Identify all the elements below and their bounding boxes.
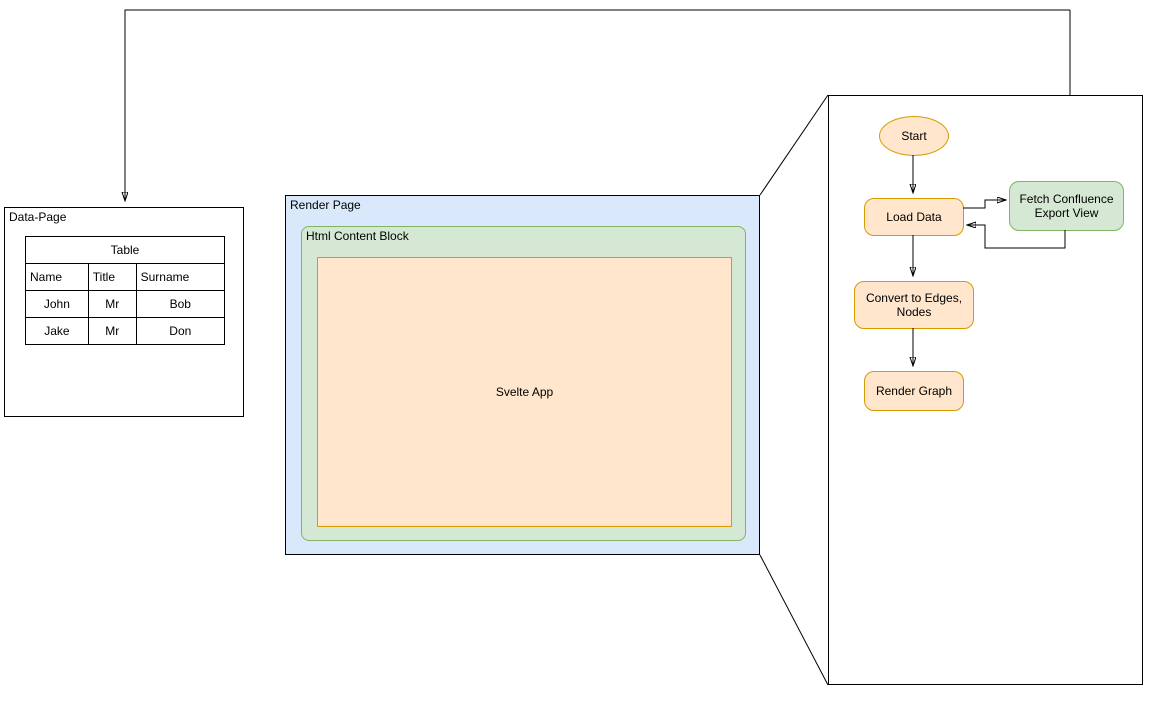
cell: John xyxy=(26,291,89,318)
col-surname: Surname xyxy=(136,264,224,291)
cell: Jake xyxy=(26,318,89,345)
cell: Bob xyxy=(136,291,224,318)
flow-start: Start xyxy=(879,116,949,156)
render-page-container: Render Page Html Content Block Svelte Ap… xyxy=(285,195,760,555)
table-title: Table xyxy=(26,237,225,264)
data-page-label: Data-Page xyxy=(9,210,66,224)
flow-fetch: Fetch Confluence Export View xyxy=(1009,181,1124,231)
flow-convert-label: Convert to Edges, Nodes xyxy=(859,291,969,319)
table-row: Jake Mr Don xyxy=(26,318,225,345)
flow-load-data-label: Load Data xyxy=(886,210,941,224)
svelte-app-label: Svelte App xyxy=(496,385,553,399)
table-row: John Mr Bob xyxy=(26,291,225,318)
flow-load-data: Load Data xyxy=(864,198,964,236)
html-block-label: Html Content Block xyxy=(306,229,409,243)
render-page-label: Render Page xyxy=(290,198,361,212)
html-content-block: Html Content Block Svelte App xyxy=(301,226,746,541)
data-table: Table Name Title Surname John Mr Bob Jak… xyxy=(25,236,225,345)
cell: Don xyxy=(136,318,224,345)
flow-panel: Start Load Data Fetch Confluence Export … xyxy=(828,95,1143,685)
data-page-container: Data-Page Table Name Title Surname John … xyxy=(4,207,244,417)
flow-convert: Convert to Edges, Nodes xyxy=(854,281,974,329)
cell: Mr xyxy=(88,318,136,345)
svelte-app-block: Svelte App xyxy=(317,257,732,527)
cell: Mr xyxy=(88,291,136,318)
col-name: Name xyxy=(26,264,89,291)
flow-render-label: Render Graph xyxy=(876,384,952,398)
flow-fetch-label: Fetch Confluence Export View xyxy=(1014,192,1119,220)
flow-render: Render Graph xyxy=(864,371,964,411)
col-title: Title xyxy=(88,264,136,291)
flow-start-label: Start xyxy=(901,129,926,143)
